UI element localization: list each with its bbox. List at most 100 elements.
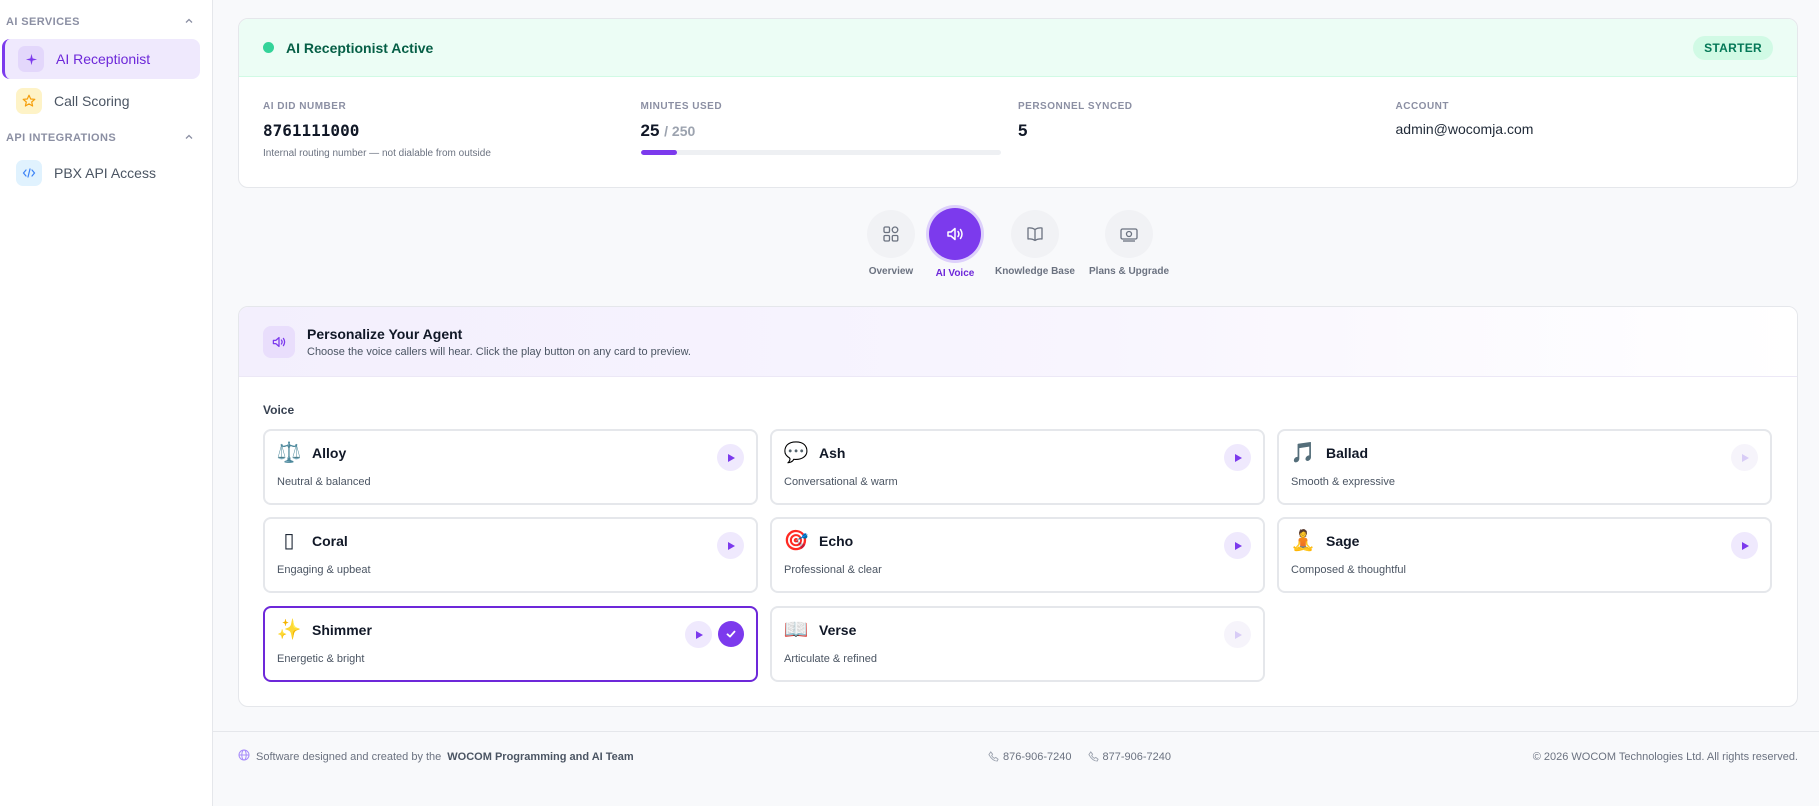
footer-credit-team: WOCOM Programming and AI Team — [447, 750, 634, 763]
did-number-note: Internal routing number — not dialable f… — [263, 148, 491, 159]
speaker-icon — [928, 208, 981, 260]
tab-overview[interactable]: Overview — [866, 210, 915, 279]
voice-emoji-icon: 🎵 — [1290, 442, 1316, 464]
status-bar: AI Receptionist Active STARTER — [239, 19, 1797, 77]
stat-personnel-synced: PERSONNEL SYNCED 5 — [1018, 101, 1396, 159]
section-header-ai-services[interactable]: AI SERVICES — [0, 12, 212, 32]
stat-label: MINUTES USED — [640, 101, 723, 112]
footer-phone-2[interactable]: 877-906-7240 — [1087, 751, 1171, 763]
sparkle-icon — [18, 46, 44, 72]
minutes-used: 25 — [640, 121, 660, 140]
sidebar-item-call-scoring[interactable]: Call Scoring — [2, 81, 200, 121]
agent-card-title: Personalize Your Agent — [307, 325, 463, 342]
voice-emoji-icon: ▯ — [283, 530, 295, 552]
voice-card-echo[interactable]: 🎯 Echo Professional & clear — [770, 517, 1265, 593]
tab-plans-upgrade[interactable]: Plans & Upgrade — [1089, 210, 1169, 279]
stat-label: AI DID NUMBER — [263, 101, 347, 112]
voice-description: Conversational & warm — [784, 476, 898, 488]
voice-card-ash[interactable]: 💬 Ash Conversational & warm — [770, 429, 1265, 505]
minutes-progress-fill — [640, 150, 677, 155]
play-icon — [728, 453, 735, 462]
footer-credit: Software designed and created by the WOC… — [238, 749, 634, 764]
star-icon — [16, 88, 42, 114]
stat-minutes-used: MINUTES USED 25 / 250 — [640, 101, 1019, 159]
chevron-up-icon[interactable] — [184, 132, 194, 145]
tab-knowledge-base[interactable]: Knowledge Base — [995, 210, 1075, 279]
stat-account: ACCOUNT admin@wocomja.com — [1396, 101, 1774, 159]
voice-section-label: Voice — [263, 403, 295, 417]
play-preview-button[interactable] — [685, 621, 712, 648]
phone-icon — [988, 751, 999, 762]
personnel-synced-value: 5 — [1018, 121, 1028, 140]
voice-description: Articulate & refined — [784, 653, 877, 665]
voice-emoji-icon: ✨ — [276, 619, 302, 641]
voice-card-sage[interactable]: 🧘 Sage Composed & thoughtful — [1277, 517, 1772, 593]
tab-ai-voice[interactable]: AI Voice — [928, 208, 981, 279]
play-icon — [1235, 630, 1242, 639]
voice-description: Neutral & balanced — [277, 476, 371, 488]
play-icon — [728, 541, 735, 550]
play-preview-button[interactable] — [717, 532, 744, 559]
grid-icon — [866, 210, 915, 258]
sidebar-item-ai-receptionist[interactable]: AI Receptionist — [2, 39, 200, 79]
voice-name: Shimmer — [312, 622, 372, 638]
code-icon — [16, 160, 42, 186]
check-icon — [718, 621, 744, 647]
play-icon — [1235, 453, 1242, 462]
section-header-api-integrations[interactable]: API INTEGRATIONS — [0, 128, 212, 148]
section-title: AI SERVICES — [6, 16, 80, 28]
sidebar-item-label: AI Receptionist — [56, 51, 151, 67]
sidebar: AI SERVICES AI Receptionist Call Scoring… — [0, 0, 213, 806]
stat-did-number: AI DID NUMBER 8761111000 Internal routin… — [263, 101, 641, 159]
play-preview-button[interactable] — [1224, 444, 1251, 471]
play-icon — [1742, 541, 1749, 550]
footer-phone-1[interactable]: 876-906-7240 — [988, 751, 1072, 763]
play-preview-button[interactable] — [717, 444, 744, 471]
voice-emoji-icon: ⚖️ — [276, 442, 302, 464]
footer-phones: 876-906-7240 877-906-7240 — [988, 751, 1171, 763]
play-icon — [1742, 453, 1749, 462]
voice-card-alloy[interactable]: ⚖️ Alloy Neutral & balanced — [263, 429, 758, 505]
phone-number: 876-906-7240 — [1003, 750, 1072, 763]
tab-label: Plans & Upgrade — [1089, 266, 1170, 277]
voice-description: Engaging & upbeat — [277, 564, 371, 576]
voice-card-coral[interactable]: ▯ Coral Engaging & upbeat — [263, 517, 758, 593]
chevron-up-icon[interactable] — [184, 16, 194, 29]
voice-card-shimmer[interactable]: ✨ Shimmer Energetic & bright — [263, 606, 758, 682]
stat-label: ACCOUNT — [1395, 101, 1449, 112]
play-icon — [696, 630, 703, 639]
footer-copyright: © 2026 WOCOM Technologies Ltd. All right… — [1532, 750, 1798, 763]
stat-label: PERSONNEL SYNCED — [1018, 101, 1133, 112]
footer-credit-prefix: Software designed and created by the — [256, 750, 442, 763]
tab-bar: Overview AI Voice Knowledge Base Plans &… — [238, 208, 1798, 279]
tab-label: AI Voice — [935, 268, 975, 279]
agent-card-header: Personalize Your Agent Choose the voice … — [239, 307, 1797, 377]
footer: Software designed and created by the WOC… — [213, 731, 1819, 781]
play-preview-button[interactable] — [1224, 532, 1251, 559]
voice-name: Verse — [819, 622, 857, 638]
voice-name: Ash — [819, 445, 846, 461]
globe-icon — [238, 749, 250, 764]
speaker-icon — [263, 325, 295, 358]
play-preview-button[interactable] — [1731, 532, 1758, 559]
sidebar-item-pbx-api-access[interactable]: PBX API Access — [2, 153, 200, 193]
voice-emoji-icon: 🎯 — [783, 530, 809, 552]
stats-row: AI DID NUMBER 8761111000 Internal routin… — [239, 77, 1797, 159]
play-preview-button[interactable] — [1224, 621, 1251, 648]
play-preview-button[interactable] — [1731, 444, 1758, 471]
section-title: API INTEGRATIONS — [6, 132, 117, 144]
voice-emoji-icon: 📖 — [783, 619, 809, 641]
voice-description: Composed & thoughtful — [1291, 564, 1406, 576]
minutes-total: / 250 — [664, 123, 696, 139]
book-icon — [1010, 210, 1059, 258]
sidebar-item-label: PBX API Access — [54, 165, 156, 181]
status-card: AI Receptionist Active STARTER AI DID NU… — [238, 18, 1798, 188]
voice-name: Coral — [312, 533, 348, 549]
agent-card-subtitle: Choose the voice callers will hear. Clic… — [307, 345, 691, 358]
voice-card-ballad[interactable]: 🎵 Ballad Smooth & expressive — [1277, 429, 1772, 505]
voice-emoji-icon: 🧘 — [1290, 530, 1316, 552]
voice-name: Ballad — [1326, 445, 1369, 461]
voice-emoji-icon: 💬 — [783, 442, 809, 464]
status-title: AI Receptionist Active — [286, 39, 434, 56]
voice-card-verse[interactable]: 📖 Verse Articulate & refined — [770, 606, 1265, 682]
